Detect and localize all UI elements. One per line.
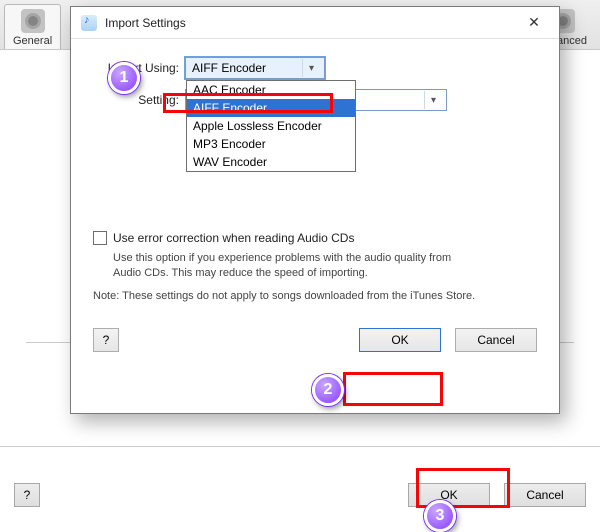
- option-apple-lossless[interactable]: Apple Lossless Encoder: [187, 117, 355, 135]
- error-correction-checkbox[interactable]: [93, 231, 107, 245]
- ok-button[interactable]: OK: [359, 328, 441, 352]
- annotation-2: 2: [312, 374, 344, 406]
- cancel-button[interactable]: Cancel: [455, 328, 537, 352]
- import-using-value: AIFF Encoder: [192, 61, 266, 75]
- separator: [0, 446, 600, 447]
- chevron-down-icon: ▾: [424, 91, 442, 109]
- option-aac[interactable]: AAC Encoder: [187, 81, 355, 99]
- dialog-content: Import Using: AIFF Encoder ▾ AAC Encoder…: [71, 39, 559, 328]
- titlebar: Import Settings ✕: [71, 7, 559, 39]
- help-label: ?: [24, 488, 31, 502]
- error-correction-hint: Use this option if you experience proble…: [113, 251, 463, 281]
- dialog-title: Import Settings: [105, 16, 186, 30]
- dialog-footer: ? OK Cancel: [71, 328, 559, 368]
- help-button[interactable]: ?: [14, 483, 40, 507]
- itunes-icon: [81, 15, 97, 31]
- help-button[interactable]: ?: [93, 328, 119, 352]
- option-mp3[interactable]: MP3 Encoder: [187, 135, 355, 153]
- itunes-store-note: Note: These settings do not apply to son…: [93, 289, 493, 304]
- gear-icon: [21, 9, 45, 33]
- preferences-footer: ? OK Cancel: [0, 465, 600, 525]
- import-settings-dialog: Import Settings ✕ Import Using: AIFF Enc…: [70, 6, 560, 414]
- annotation-1: 1: [108, 62, 140, 94]
- cancel-button[interactable]: Cancel: [504, 483, 586, 507]
- option-wav[interactable]: WAV Encoder: [187, 153, 355, 171]
- setting-label: Setting:: [93, 93, 179, 107]
- ok-label: OK: [391, 333, 408, 347]
- chevron-down-icon: ▾: [302, 59, 320, 77]
- option-aiff[interactable]: AIFF Encoder: [187, 99, 355, 117]
- import-using-dropdown: AAC Encoder AIFF Encoder Apple Lossless …: [186, 80, 356, 172]
- error-correction-label: Use error correction when reading Audio …: [113, 231, 354, 245]
- tab-general[interactable]: General: [4, 4, 61, 49]
- row-import-using: Import Using: AIFF Encoder ▾ AAC Encoder…: [93, 57, 537, 79]
- cancel-label: Cancel: [526, 488, 563, 502]
- row-error-correction: Use error correction when reading Audio …: [93, 231, 537, 245]
- tab-general-label: General: [13, 35, 52, 47]
- annotation-3: 3: [424, 500, 456, 532]
- cancel-label: Cancel: [477, 333, 514, 347]
- help-label: ?: [103, 333, 110, 347]
- close-icon: ✕: [528, 14, 540, 31]
- import-using-combo[interactable]: AIFF Encoder ▾ AAC Encoder AIFF Encoder …: [185, 57, 325, 79]
- close-button[interactable]: ✕: [513, 9, 555, 37]
